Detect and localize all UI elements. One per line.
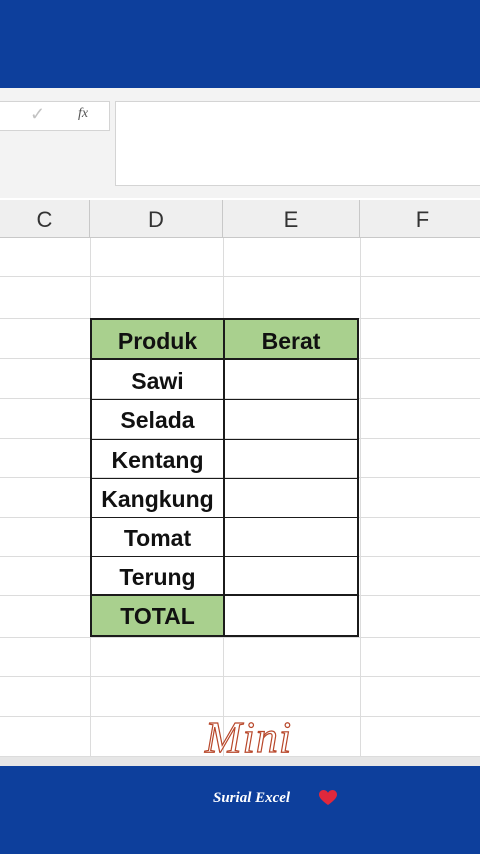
logo-script-text: Mini [204, 712, 293, 762]
berat-cell[interactable] [225, 360, 357, 400]
produk-cell[interactable]: Kangkung [92, 479, 225, 518]
total-value-cell[interactable] [225, 596, 357, 635]
column-header-f[interactable]: F [360, 200, 480, 238]
produk-cell[interactable]: Terung [92, 557, 225, 596]
top-banner [0, 0, 480, 88]
header-produk[interactable]: Produk [92, 320, 225, 360]
berat-cell[interactable] [225, 400, 357, 440]
berat-cell[interactable] [225, 557, 357, 596]
header-berat[interactable]: Berat [225, 320, 357, 360]
fx-icon[interactable]: fx [78, 106, 88, 122]
produk-cell[interactable]: Tomat [92, 518, 225, 557]
produk-cell[interactable]: Selada [92, 400, 225, 440]
column-header-c[interactable]: C [0, 200, 90, 238]
heart-icon [319, 790, 337, 805]
total-label-cell[interactable]: TOTAL [92, 596, 225, 635]
data-table: Produk Berat Sawi Selada Kentang Kangkun… [90, 318, 359, 637]
berat-cell[interactable] [225, 518, 357, 557]
name-box[interactable] [0, 101, 110, 131]
formula-input[interactable] [115, 101, 480, 186]
column-header-d[interactable]: D [90, 200, 223, 238]
checkmark-icon[interactable]: ✓ [30, 104, 45, 125]
berat-cell[interactable] [225, 440, 357, 479]
watermark-logo: Mini Surial Excel [204, 712, 345, 812]
column-header-e[interactable]: E [223, 200, 360, 238]
berat-cell[interactable] [225, 479, 357, 518]
logo-subtitle: Surial Excel [213, 790, 291, 806]
produk-cell[interactable]: Sawi [92, 360, 225, 400]
produk-cell[interactable]: Kentang [92, 440, 225, 479]
